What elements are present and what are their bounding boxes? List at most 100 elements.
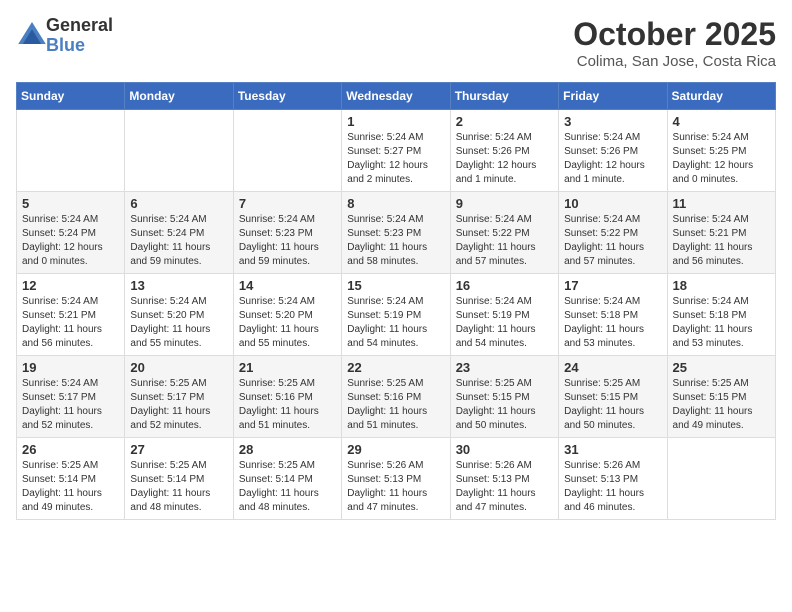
calendar-table: SundayMondayTuesdayWednesdayThursdayFrid… [16,82,776,520]
day-info: Sunrise: 5:24 AMSunset: 5:22 PMDaylight:… [456,213,553,269]
calendar-day-cell: 8 Sunrise: 5:24 AMSunset: 5:23 PMDaylight… [342,192,450,274]
calendar-header-row: SundayMondayTuesdayWednesdayThursdayFrid… [17,83,776,110]
calendar-day-header: Monday [125,83,233,110]
day-number: 21 [239,360,336,375]
logo-icon [18,22,46,44]
calendar-day-cell: 9Sunrise: 5:24 AMSunset: 5:22 PMDaylight… [450,192,558,274]
calendar-day-cell: 24 Sunrise: 5:25 AMSunset: 5:15 PMDayligh… [559,356,667,438]
day-number: 2 [456,114,553,129]
month-title: October 2025 [573,16,776,53]
calendar-day-header: Saturday [667,83,775,110]
calendar-day-cell: 14 Sunrise: 5:24 AMSunset: 5:20 PMDayligh… [233,274,341,356]
calendar-day-cell: 26 Sunrise: 5:25 AMSunset: 5:14 PMDayligh… [17,438,125,520]
day-number: 18 [673,278,770,293]
day-number: 8 [347,196,444,211]
calendar-day-cell: 3 Sunrise: 5:24 AMSunset: 5:26 PMDaylight… [559,110,667,192]
calendar-week-row: 12 Sunrise: 5:24 AMSunset: 5:21 PMDayligh… [17,274,776,356]
day-info: Sunrise: 5:25 AMSunset: 5:17 PMDaylight:… [130,377,227,433]
logo-blue-text: Blue [46,35,85,55]
calendar-day-cell: 1 Sunrise: 5:24 AMSunset: 5:27 PMDaylight… [342,110,450,192]
day-info: Sunrise: 5:24 AMSunset: 5:17 PMDaylight:… [22,377,119,433]
day-number: 5 [22,196,119,211]
calendar-day-cell: 28 Sunrise: 5:25 AMSunset: 5:14 PMDayligh… [233,438,341,520]
day-number: 27 [130,442,227,457]
calendar-day-cell: 11Sunrise: 5:24 AMSunset: 5:21 PMDayligh… [667,192,775,274]
day-info: Sunrise: 5:24 AMSunset: 5:23 PMDaylight:… [239,213,336,269]
day-number: 31 [564,442,661,457]
calendar-day-cell: 13Sunrise: 5:24 AMSunset: 5:20 PMDayligh… [125,274,233,356]
day-info: Sunrise: 5:26 AMSunset: 5:13 PMDaylight:… [347,459,444,515]
day-info: Sunrise: 5:26 AMSunset: 5:13 PMDaylight:… [564,459,661,515]
calendar-day-cell: 5 Sunrise: 5:24 AMSunset: 5:24 PMDaylight… [17,192,125,274]
day-info: Sunrise: 5:24 AMSunset: 5:20 PMDaylight:… [130,295,227,351]
day-number: 12 [22,278,119,293]
day-info: Sunrise: 5:24 AMSunset: 5:25 PMDaylight:… [673,131,770,187]
day-info: Sunrise: 5:24 AMSunset: 5:26 PMDaylight:… [564,131,661,187]
calendar-day-cell: 17 Sunrise: 5:24 AMSunset: 5:18 PMDayligh… [559,274,667,356]
day-number: 16 [456,278,553,293]
day-info: Sunrise: 5:25 AMSunset: 5:14 PMDaylight:… [130,459,227,515]
day-info: Sunrise: 5:24 AMSunset: 5:24 PMDaylight:… [22,213,119,269]
day-info: Sunrise: 5:24 AMSunset: 5:22 PMDaylight:… [564,213,661,269]
day-info: Sunrise: 5:25 AMSunset: 5:16 PMDaylight:… [239,377,336,433]
calendar-day-cell: 20Sunrise: 5:25 AMSunset: 5:17 PMDayligh… [125,356,233,438]
calendar-day-cell [17,110,125,192]
day-number: 29 [347,442,444,457]
calendar-day-cell: 21 Sunrise: 5:25 AMSunset: 5:16 PMDayligh… [233,356,341,438]
calendar-day-cell: 25 Sunrise: 5:25 AMSunset: 5:15 PMDayligh… [667,356,775,438]
day-info: Sunrise: 5:24 AMSunset: 5:26 PMDaylight:… [456,131,553,187]
day-info: Sunrise: 5:24 AMSunset: 5:19 PMDaylight:… [347,295,444,351]
day-number: 23 [456,360,553,375]
calendar-day-header: Sunday [17,83,125,110]
calendar-day-header: Wednesday [342,83,450,110]
calendar-day-cell: 22Sunrise: 5:25 AMSunset: 5:16 PMDayligh… [342,356,450,438]
calendar-day-cell: 12 Sunrise: 5:24 AMSunset: 5:21 PMDayligh… [17,274,125,356]
calendar-week-row: 1 Sunrise: 5:24 AMSunset: 5:27 PMDaylight… [17,110,776,192]
day-info: Sunrise: 5:24 AMSunset: 5:18 PMDaylight:… [673,295,770,351]
calendar-day-cell: 18 Sunrise: 5:24 AMSunset: 5:18 PMDayligh… [667,274,775,356]
day-number: 24 [564,360,661,375]
calendar-day-cell: 10 Sunrise: 5:24 AMSunset: 5:22 PMDayligh… [559,192,667,274]
calendar-day-cell [667,438,775,520]
calendar-day-cell: 23 Sunrise: 5:25 AMSunset: 5:15 PMDayligh… [450,356,558,438]
title-block: October 2025 Colima, San Jose, Costa Ric… [573,16,776,70]
day-number: 14 [239,278,336,293]
day-info: Sunrise: 5:25 AMSunset: 5:14 PMDaylight:… [22,459,119,515]
logo-general-text: General [46,15,113,35]
calendar-day-cell: 16Sunrise: 5:24 AMSunset: 5:19 PMDayligh… [450,274,558,356]
day-number: 15 [347,278,444,293]
calendar-week-row: 19 Sunrise: 5:24 AMSunset: 5:17 PMDayligh… [17,356,776,438]
day-number: 28 [239,442,336,457]
day-number: 26 [22,442,119,457]
calendar-day-cell: 31 Sunrise: 5:26 AMSunset: 5:13 PMDayligh… [559,438,667,520]
day-number: 17 [564,278,661,293]
day-number: 10 [564,196,661,211]
day-info: Sunrise: 5:25 AMSunset: 5:15 PMDaylight:… [456,377,553,433]
day-info: Sunrise: 5:25 AMSunset: 5:16 PMDaylight:… [347,377,444,433]
day-info: Sunrise: 5:24 AMSunset: 5:21 PMDaylight:… [22,295,119,351]
calendar-day-cell: 19 Sunrise: 5:24 AMSunset: 5:17 PMDayligh… [17,356,125,438]
day-info: Sunrise: 5:25 AMSunset: 5:15 PMDaylight:… [673,377,770,433]
day-number: 30 [456,442,553,457]
day-number: 7 [239,196,336,211]
day-number: 4 [673,114,770,129]
day-number: 3 [564,114,661,129]
page-header: General Blue October 2025 Colima, San Jo… [16,16,776,70]
day-info: Sunrise: 5:24 AMSunset: 5:18 PMDaylight:… [564,295,661,351]
calendar-day-cell [233,110,341,192]
calendar-day-cell: 30Sunrise: 5:26 AMSunset: 5:13 PMDayligh… [450,438,558,520]
day-info: Sunrise: 5:24 AMSunset: 5:20 PMDaylight:… [239,295,336,351]
location-text: Colima, San Jose, Costa Rica [573,53,776,70]
calendar-day-cell: 4 Sunrise: 5:24 AMSunset: 5:25 PMDaylight… [667,110,775,192]
day-number: 1 [347,114,444,129]
day-info: Sunrise: 5:24 AMSunset: 5:27 PMDaylight:… [347,131,444,187]
calendar-day-cell: 15 Sunrise: 5:24 AMSunset: 5:19 PMDayligh… [342,274,450,356]
day-info: Sunrise: 5:24 AMSunset: 5:21 PMDaylight:… [673,213,770,269]
day-number: 25 [673,360,770,375]
day-info: Sunrise: 5:25 AMSunset: 5:14 PMDaylight:… [239,459,336,515]
day-info: Sunrise: 5:24 AMSunset: 5:23 PMDaylight:… [347,213,444,269]
calendar-day-cell: 6Sunrise: 5:24 AMSunset: 5:24 PMDaylight… [125,192,233,274]
calendar-day-header: Friday [559,83,667,110]
day-number: 19 [22,360,119,375]
day-info: Sunrise: 5:25 AMSunset: 5:15 PMDaylight:… [564,377,661,433]
